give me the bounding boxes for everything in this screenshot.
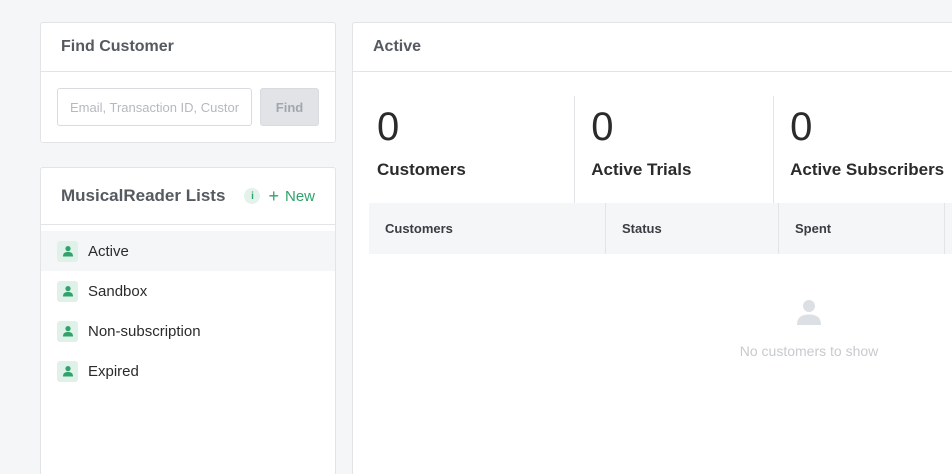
user-icon [57,280,78,302]
new-list-button[interactable]: + New [268,187,315,205]
find-customer-input[interactable] [57,88,252,126]
list-item-label: Expired [88,362,139,380]
list-item-label: Non-subscription [88,322,201,340]
empty-state-text: No customers to show [739,343,879,359]
stat-label: Active Subscribers [790,160,945,179]
new-list-label: New [284,187,315,205]
find-button[interactable]: Find [260,88,319,126]
list-item-sandbox[interactable]: Sandbox [41,271,335,311]
column-customers[interactable]: Customers [369,203,606,254]
user-icon [57,240,78,262]
active-panel: Active 0 Customers 0 Active Trials 0 Act… [352,22,952,474]
active-panel-title: Active [353,23,952,72]
user-icon [795,298,823,331]
list-item-label: Sandbox [88,282,148,300]
column-status[interactable]: Status [606,203,779,254]
stat-label: Active Trials [591,160,692,179]
plus-icon: + [268,186,279,206]
user-icon [57,320,78,342]
lists-header: MusicalReader Lists i + New [41,168,335,225]
lists-card: MusicalReader Lists i + New Active Sandb… [40,167,336,474]
stat-value: 0 [591,105,614,149]
stat-value: 0 [790,105,813,149]
find-customer-title: Find Customer [41,23,335,72]
empty-state: No customers to show [739,298,879,359]
find-customer-row: Find [41,72,335,126]
column-spent[interactable]: Spent [779,203,945,254]
stat-label: Customers [377,160,466,179]
list-item-non-subscription[interactable]: Non-subscription [41,311,335,351]
list-item-expired[interactable]: Expired [41,351,335,391]
table-header: Customers Status Spent [369,203,952,254]
info-icon[interactable]: i [244,188,261,204]
user-icon [57,360,78,382]
list-item-label: Active [88,242,129,260]
list-items: Active Sandbox Non-subscription Expired [41,225,335,391]
find-customer-card: Find Customer Find [40,22,336,143]
stat-value: 0 [377,105,400,149]
list-item-active[interactable]: Active [41,231,335,271]
lists-title: MusicalReader Lists [61,186,226,205]
